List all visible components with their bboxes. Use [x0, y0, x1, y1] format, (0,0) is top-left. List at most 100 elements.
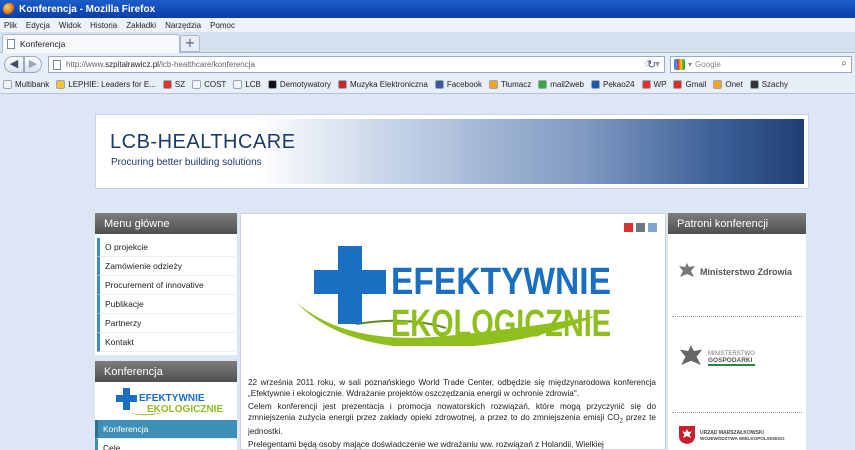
- bookmark-5[interactable]: Demotywatory: [267, 80, 332, 89]
- bookmark-label: LEPHIE: Leaders for E...: [68, 80, 156, 89]
- logo-line2: EKOLOGICZNIE: [391, 303, 611, 345]
- bookmark-favicon-icon: [713, 80, 723, 89]
- bookmark-label: Demotywatory: [279, 80, 332, 89]
- article-paragraph-1: 22 września 2011 roku, w sali poznańskie…: [248, 378, 656, 398]
- menu-edycja[interactable]: Edycja: [26, 21, 50, 30]
- bookmark-4[interactable]: LCB: [233, 80, 261, 89]
- bookmark-11[interactable]: WP: [641, 80, 667, 89]
- menu-item-procurement[interactable]: Procurement of innovative: [97, 276, 235, 295]
- bookmark-favicon-icon: [267, 80, 277, 89]
- logo-small-line2: EKOLOGICZNIE: [147, 404, 223, 415]
- bookmark-label: Gmail: [685, 80, 707, 89]
- eagle-emblem-icon: [679, 345, 703, 365]
- patron3-line2: WOJEWÓDZTWA WIELKOPOLSKIEGO: [700, 435, 785, 441]
- tab-konferencja[interactable]: Konferencja: [2, 34, 180, 53]
- menu-pomoc[interactable]: Pomoc: [210, 21, 235, 30]
- menu-historia[interactable]: Historia: [90, 21, 117, 30]
- pdf-icon[interactable]: [624, 223, 633, 232]
- bookmark-3[interactable]: COST: [192, 80, 226, 89]
- patron1-name: Ministerstwo Zdrowia: [700, 267, 793, 277]
- menu-item-publikacje[interactable]: Publikacje: [97, 295, 235, 314]
- bookmark-7[interactable]: Facebook: [434, 80, 482, 89]
- menu-item-zamowienie-odziezy[interactable]: Zamówienie odzieży: [97, 257, 235, 276]
- menu-item-cele[interactable]: Cele: [95, 439, 237, 450]
- bookmark-favicon-icon: [641, 80, 651, 89]
- bookmark-1[interactable]: LEPHIE: Leaders for E...: [56, 80, 156, 89]
- bookmark-13[interactable]: Onet: [713, 80, 743, 89]
- page-icon: [53, 59, 61, 70]
- conference-box: Konferencja EFEKTYWNIE EKOLOGICZNIE Konf…: [95, 361, 237, 450]
- bookmark-label: Pekao24: [603, 80, 635, 89]
- bookmark-6[interactable]: Muzyka Elektroniczna: [338, 80, 428, 89]
- main-content: EFEKTYWNIE EKOLOGICZNIE 22 września 2011…: [240, 213, 666, 450]
- bookmark-favicon-icon: [233, 80, 243, 89]
- site-banner[interactable]: LCB-HEALTHCARE Procuring better building…: [95, 114, 809, 189]
- logo-line1: EFEKTYWNIE: [391, 261, 611, 303]
- patron2-line1: MINISTERSTWO: [708, 350, 755, 357]
- article-tools: [624, 223, 657, 232]
- window-title-bar: Konferencja - Mozilla Firefox: [0, 0, 855, 18]
- firefox-logo-icon: [3, 3, 15, 15]
- patrons-title: Patroni konferencji: [668, 213, 806, 234]
- banner-gradient: [256, 119, 804, 184]
- menu-item-konferencja[interactable]: Konferencja: [95, 420, 237, 439]
- bookmark-2[interactable]: SZ: [162, 80, 186, 89]
- email-icon[interactable]: [648, 223, 657, 232]
- reload-icon[interactable]: ↻: [647, 58, 656, 71]
- bookmark-label: Muzyka Elektroniczna: [350, 80, 428, 89]
- bookmark-14[interactable]: Szachy: [749, 80, 788, 89]
- search-icon[interactable]: ⌕: [841, 58, 847, 69]
- left-sidebar: Menu główne O projekcie Zamówienie odzie…: [95, 213, 237, 450]
- google-icon: [674, 59, 685, 70]
- menu-zakladki[interactable]: Zakładki: [126, 21, 156, 30]
- web-page: LCB-HEALTHCARE Procuring better building…: [0, 95, 855, 450]
- url-bar[interactable]: http://www. szpitalrawicz.pl/lcb-healthca…: [48, 56, 665, 73]
- bookmark-favicon-icon: [192, 80, 202, 89]
- patron-ministerstwo-zdrowia[interactable]: Ministerstwo Zdrowia: [678, 262, 796, 282]
- bookmark-label: Onet: [725, 80, 743, 89]
- bookmark-label: COST: [204, 80, 227, 89]
- search-box[interactable]: ▾ Google ⌕: [670, 56, 852, 73]
- main-menu-title: Menu główne: [95, 213, 237, 234]
- bookmark-label: LCB: [245, 80, 261, 89]
- cross-leaf-logo-small-icon: EFEKTYWNIE EKOLOGICZNIE: [116, 388, 223, 416]
- new-tab-button[interactable]: +: [180, 35, 200, 52]
- bookmark-label: SZ: [174, 80, 186, 89]
- divider: [672, 316, 802, 317]
- back-button[interactable]: ◀: [4, 56, 24, 73]
- bookmark-favicon-icon: [538, 80, 548, 89]
- logo-small-line1: EFEKTYWNIE: [139, 393, 205, 404]
- bookmark-8[interactable]: Tłumacz: [488, 80, 531, 89]
- search-engine-dropdown-icon[interactable]: ▾: [688, 60, 692, 69]
- menu-item-o-projekcie[interactable]: O projekcie: [97, 238, 235, 257]
- patrons-list: Ministerstwo Zdrowia MINISTERSTWO GOSPOD…: [668, 234, 806, 450]
- eagle-emblem-icon: [679, 263, 695, 277]
- menu-item-kontakt[interactable]: Kontakt: [97, 333, 235, 352]
- patron-urzad-marszalkowski[interactable]: URZĄD MARSZAŁKOWSKI WOJEWÓDZTWA WIELKOPO…: [678, 425, 796, 445]
- conference-logo-small[interactable]: EFEKTYWNIE EKOLOGICZNIE: [95, 382, 237, 420]
- menu-plik[interactable]: Plik: [4, 21, 17, 30]
- window-title: Konferencja - Mozilla Firefox: [19, 3, 156, 15]
- bookmark-10[interactable]: Pekao24: [591, 80, 635, 89]
- bookmark-12[interactable]: Gmail: [673, 80, 706, 89]
- page-icon: [7, 39, 15, 49]
- menu-narzedzia[interactable]: Narzędzia: [165, 21, 201, 30]
- bookmark-favicon-icon: [434, 80, 444, 89]
- bookmark-label: mail2web: [550, 80, 584, 89]
- patron2-line2: GOSPODARKI: [708, 357, 755, 366]
- bookmark-0[interactable]: Multibank: [3, 80, 49, 89]
- bookmark-favicon-icon: [673, 80, 683, 89]
- patron-ministerstwo-gospodarki[interactable]: MINISTERSTWO GOSPODARKI: [678, 344, 796, 372]
- forward-button[interactable]: ▶: [24, 56, 42, 73]
- bookmark-label: Facebook: [446, 80, 482, 89]
- bookmark-9[interactable]: mail2web: [538, 80, 584, 89]
- article-paragraph-3: Prelegentami będą osoby mające doświadcz…: [248, 440, 604, 450]
- conference-menu-title: Konferencja: [95, 361, 237, 382]
- article-text: 22 września 2011 roku, w sali poznańskie…: [248, 378, 656, 450]
- print-icon[interactable]: [636, 223, 645, 232]
- url-prefix: http://www.: [66, 60, 106, 69]
- menu-widok[interactable]: Widok: [59, 21, 81, 30]
- menu-item-partnerzy[interactable]: Partnerzy: [97, 314, 235, 333]
- bookmark-label: WP: [653, 80, 667, 89]
- site-subtitle: Procuring better building solutions: [111, 157, 262, 168]
